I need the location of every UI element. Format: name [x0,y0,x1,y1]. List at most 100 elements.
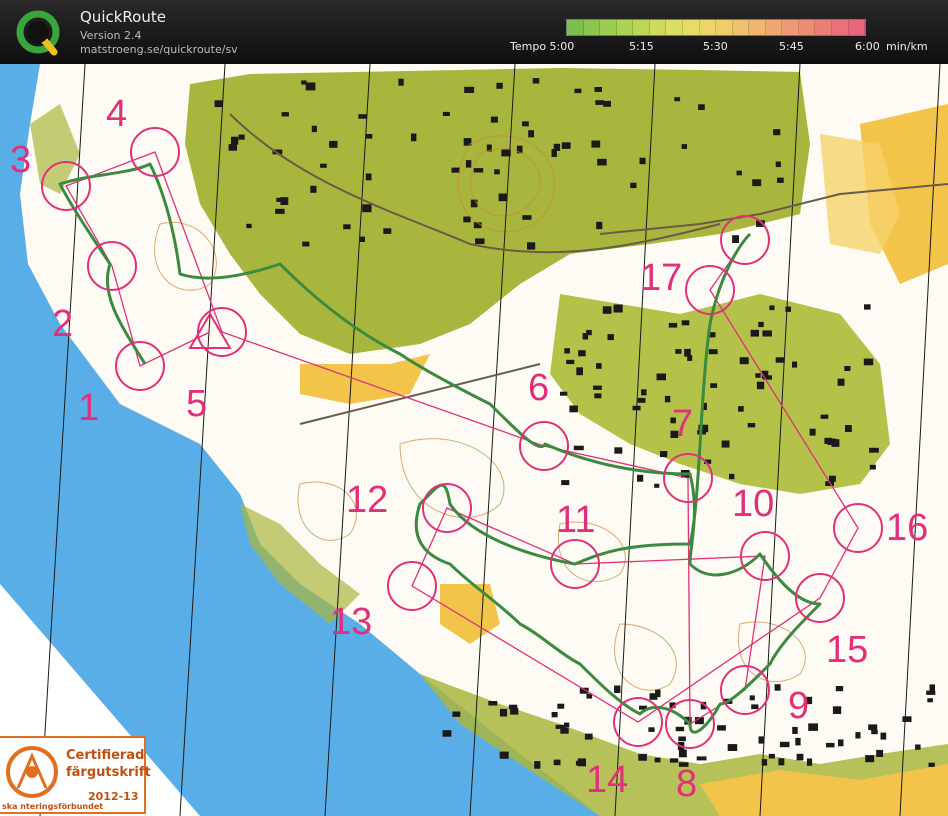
house-block [729,473,735,480]
house-block [669,758,679,763]
house-block [871,729,878,735]
house-block [566,359,575,365]
house-block [717,725,726,731]
house-block [855,732,861,739]
quickroute-logo-icon [16,10,60,56]
house-block [494,169,500,175]
house-block [551,149,557,157]
house-block [827,438,836,445]
legend-swatch [765,20,783,35]
house-block [792,726,798,734]
house-block [792,361,798,368]
house-block [463,216,471,223]
house-block [929,684,935,691]
control-number-label: 1 [78,387,99,429]
house-block [736,170,742,176]
control-number-label: 14 [586,759,628,801]
control-number-label: 4 [106,93,127,135]
house-block [574,88,582,94]
house-block [684,348,691,357]
house-block [358,114,368,119]
app-url-link[interactable]: matstroeng.se/quickroute/sv [80,43,238,56]
house-block [698,104,705,110]
legend-swatch [567,20,584,35]
legend-label-unit: min/km [886,40,928,53]
house-block [739,357,749,365]
legend-swatch [848,20,866,35]
house-block [561,480,570,486]
house-block [442,730,452,737]
legend-label-545: 5:45 [779,40,804,53]
control-number-label: 11 [556,499,595,541]
house-block [595,100,604,105]
control-number-label: 3 [10,139,31,181]
house-block [678,749,687,758]
house-block [755,373,761,378]
control-number-label: 12 [346,479,388,521]
map-canvas[interactable]: 12345 67891011121314151617 [0,64,948,816]
house-block [564,348,570,354]
house-block [795,737,801,746]
legend-swatch [666,20,683,35]
house-block [637,397,646,403]
house-block [594,87,602,92]
control-number-label: 9 [788,685,809,727]
house-block [844,366,851,371]
house-block [762,330,772,337]
house-block [302,241,310,247]
house-block [708,349,718,355]
house-block [775,161,781,168]
orienteering-map[interactable]: 1 2 3 4 5 6 7 8 9 10 11 12 13 14 15 16 17 [0,64,948,816]
house-block [674,97,681,102]
house-block [561,142,571,149]
house-block [775,357,785,363]
house-block [398,78,404,86]
house-block [845,425,852,432]
house-block [576,367,583,376]
house-block [837,378,845,386]
house-block [527,242,536,250]
house-block [275,208,285,214]
house-block [869,447,879,453]
house-block [238,134,245,140]
house-block [752,179,762,187]
house-block [280,197,289,205]
house-block [668,322,678,328]
legend-swatch [732,20,750,35]
house-block [522,121,529,127]
house-block [660,451,668,458]
house-block [778,758,785,766]
house-block [614,447,623,454]
house-block [365,134,373,139]
house-block [301,80,307,85]
control-number-label: 13 [330,601,372,643]
house-block [591,140,601,148]
house-block [442,111,450,116]
house-block [664,395,671,403]
legend-label-530: 5:30 [703,40,728,53]
control-number-label: 17 [640,257,682,299]
legend-swatch [782,20,799,35]
house-block [528,130,534,138]
house-block [597,158,607,166]
house-block [732,235,739,243]
house-block [681,144,687,149]
house-block [473,168,484,173]
house-block [362,204,372,213]
house-block [596,363,602,369]
house-block [488,701,498,706]
house-block [675,726,685,732]
house-block [710,383,718,388]
orienteering-federation-logo-icon [6,746,58,798]
house-block [464,86,475,93]
house-block [863,358,874,366]
house-block [569,405,578,413]
house-block [749,695,755,701]
house-block [365,173,372,181]
house-block [465,160,472,168]
legend-swatch [682,20,700,35]
house-block [756,381,765,390]
house-block [864,304,871,310]
house-block [828,475,836,482]
legend-label-600: 6:00 [855,40,880,53]
